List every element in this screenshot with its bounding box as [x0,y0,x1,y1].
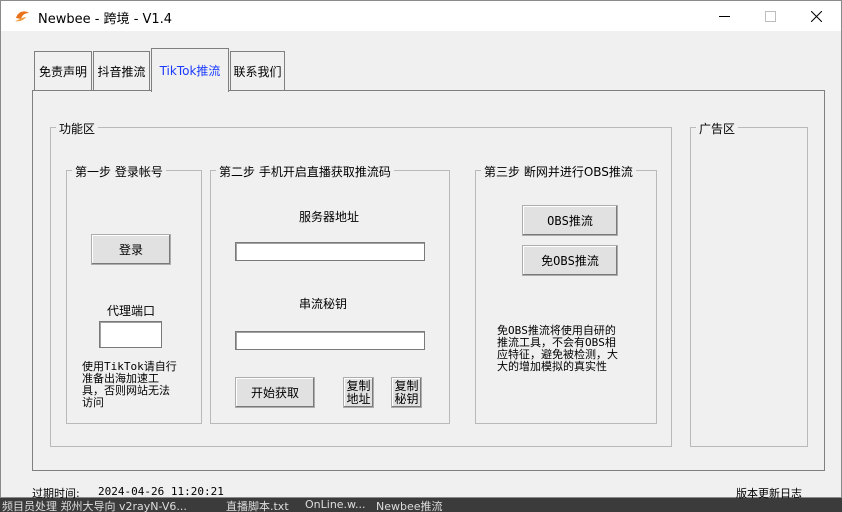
step3-note: 免OBS推流将使用自研的 推流工具，不会有OBS相 应特征，避免被检测，大 大的… [497,324,618,373]
server-address-label: 服务器地址 [299,210,360,224]
server-address-input[interactable] [235,242,425,261]
close-button[interactable] [793,1,839,31]
tab-tiktok-stream[interactable]: TikTok推流 [151,48,229,92]
window-title: Newbee - 跨境 - V1.4 [38,12,173,27]
minimize-button[interactable] [701,1,747,31]
desktop-taskbar-strip: 频目员处理 郑州大导向 v2rayN-V6... 直播脚本.txt OnLine… [0,498,842,512]
tab-contact-us[interactable]: 联系我们 [230,51,285,90]
stream-key-input[interactable] [235,331,425,350]
stream-key-label: 串流秘钥 [299,297,348,311]
step1-title: 第一步 登录帐号 [72,163,166,180]
no-obs-stream-button[interactable]: 免OBS推流 [522,245,618,276]
taskbar-item[interactable]: 频目员处理 郑州大导向 v2rayN-V6... [2,498,187,512]
title-bar[interactable]: Newbee - 跨境 - V1.4 [1,1,841,31]
tab-disclaimer[interactable]: 免责声明 [34,51,92,90]
maximize-button[interactable] [747,1,793,31]
close-icon [810,10,822,22]
step2-group: 第二步 手机开启直播获取推流码 服务器地址 串流秘钥 开始获取 复制 地址 复制… [210,163,450,424]
copy-address-button[interactable]: 复制 地址 [343,377,374,408]
expiry-value: 2024-04-26 11:20:21 [98,485,224,498]
taskbar-item[interactable]: OnLine.w... [305,498,366,511]
step2-title: 第二步 手机开启直播获取推流码 [216,163,394,180]
step1-group: 第一步 登录帐号 登录 代理端口 使用TikTok请自行 准备出海加速工 具，否… [66,163,202,424]
copy-key-button[interactable]: 复制 秘钥 [391,377,422,408]
step1-note: 使用TikTok请自行 准备出海加速工 具，否则网站无法 访问 [82,360,177,409]
maximize-icon [764,10,776,22]
start-fetch-button[interactable]: 开始获取 [235,377,315,408]
step3-title: 第三步 断网并进行OBS推流 [481,163,636,180]
bee-logo-icon [15,11,29,22]
function-area-group: 功能区 第一步 登录帐号 登录 代理端口 使用TikTok请自行 准备出海加速工… [50,120,672,447]
expiry-label: 过期时间: [32,487,80,500]
tab-douyin-stream[interactable]: 抖音推流 [93,51,150,90]
taskbar-item[interactable]: Newbee推流 [376,498,443,512]
app-window: Newbee - 跨境 - V1.4 免责声明 抖音推流 TikTok推流 联系… [0,0,842,501]
taskbar-item[interactable]: 直播脚本.txt [226,498,289,512]
changelog-link[interactable]: 版本更新日志 [736,485,802,501]
ad-area-group: 广告区 [690,120,808,447]
step3-group: 第三步 断网并进行OBS推流 OBS推流 免OBS推流 免OBS推流将使用自研的… [475,163,657,424]
proxy-port-input[interactable] [99,321,162,348]
proxy-port-label: 代理端口 [107,304,156,318]
login-button[interactable]: 登录 [91,234,171,265]
obs-stream-button[interactable]: OBS推流 [522,205,618,236]
tab-panel-tiktok: 功能区 第一步 登录帐号 登录 代理端口 使用TikTok请自行 准备出海加速工… [32,90,825,471]
minimize-icon [718,15,730,17]
function-area-title: 功能区 [56,120,99,137]
ad-area-title: 广告区 [696,120,739,137]
